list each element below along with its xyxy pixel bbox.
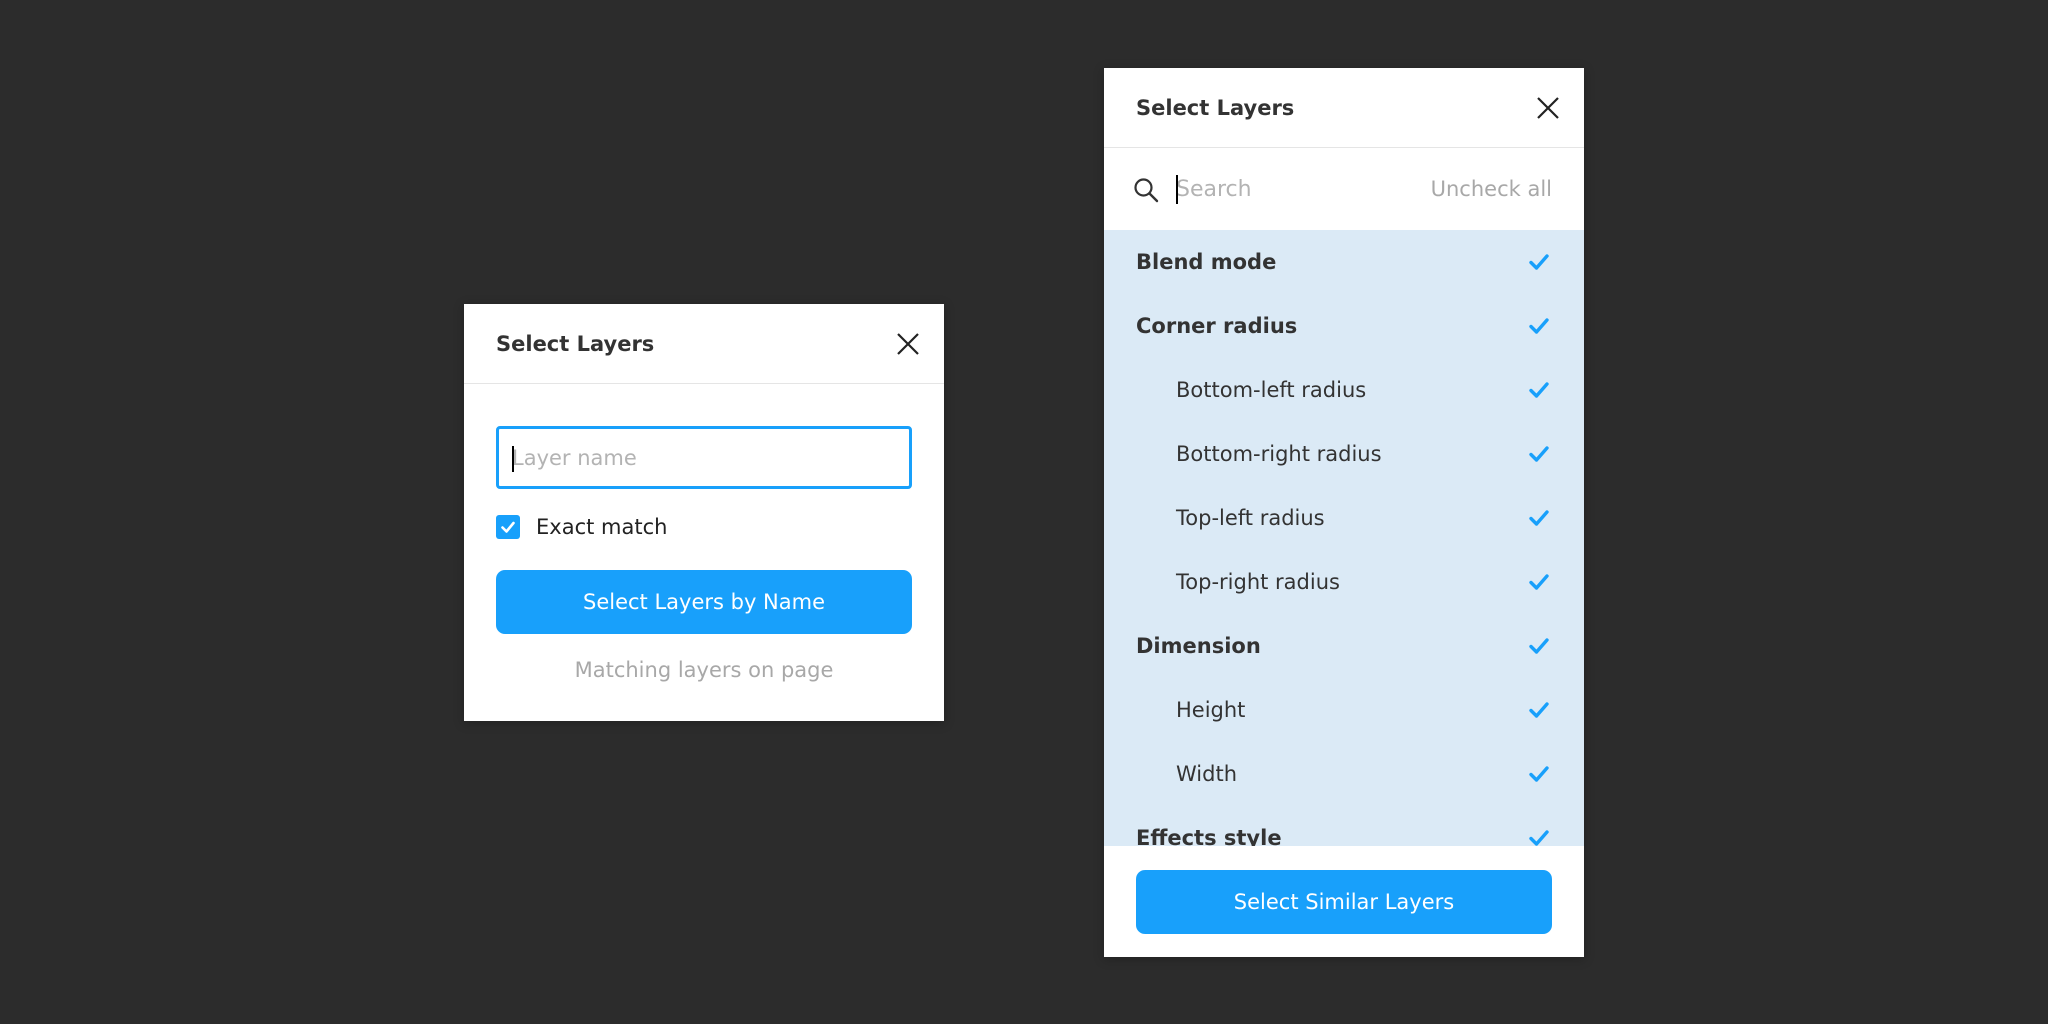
exact-match-checkbox[interactable] — [496, 515, 520, 539]
search-input[interactable] — [1176, 170, 1396, 208]
list-item-label: Top-left radius — [1176, 506, 1325, 530]
list-item[interactable]: Effects style — [1104, 806, 1584, 846]
checkmark-icon — [1529, 766, 1549, 782]
dialog-footer: Select Similar Layers — [1104, 846, 1584, 957]
select-layers-by-name-dialog: Select Layers Exact match Select Layers … — [464, 304, 944, 721]
list-item[interactable]: Bottom-left radius — [1104, 358, 1584, 422]
select-layers-by-name-button[interactable]: Select Layers by Name — [496, 570, 912, 634]
close-icon[interactable] — [1534, 94, 1562, 122]
list-item-label: Corner radius — [1136, 314, 1298, 338]
dialog-header: Select Layers — [1104, 68, 1584, 148]
checkmark-icon — [1529, 702, 1549, 718]
checkmark-icon — [1529, 510, 1549, 526]
checkmark-icon — [1529, 382, 1549, 398]
list-item[interactable]: Blend mode — [1104, 230, 1584, 294]
exact-match-label[interactable]: Exact match — [536, 515, 667, 539]
checkmark-icon — [1529, 254, 1549, 270]
list-item[interactable]: Dimension — [1104, 614, 1584, 678]
matching-layers-status: Matching layers on page — [574, 658, 834, 682]
list-item[interactable]: Top-left radius — [1104, 486, 1584, 550]
text-caret — [512, 446, 514, 472]
list-item-label: Bottom-left radius — [1176, 378, 1367, 402]
list-item-label: Width — [1176, 762, 1238, 786]
list-item-label: Effects style — [1136, 826, 1282, 846]
list-item-label: Blend mode — [1136, 250, 1277, 274]
select-similar-layers-button[interactable]: Select Similar Layers — [1136, 870, 1552, 934]
list-item[interactable]: Width — [1104, 742, 1584, 806]
list-item-label: Height — [1176, 698, 1246, 722]
list-item[interactable]: Corner radius — [1104, 294, 1584, 358]
layer-name-field-wrapper — [496, 426, 912, 489]
checkmark-icon — [1529, 638, 1549, 654]
checkmark-icon — [1529, 318, 1549, 334]
close-icon[interactable] — [894, 330, 922, 358]
list-item[interactable]: Bottom-right radius — [1104, 422, 1584, 486]
property-list[interactable]: Blend mode Corner radius Bottom-left radiu… — [1104, 230, 1584, 846]
list-item[interactable]: Height — [1104, 678, 1584, 742]
list-item-label: Top-right radius — [1176, 570, 1340, 594]
exact-match-row: Exact match — [496, 514, 667, 540]
search-icon — [1132, 176, 1160, 204]
dialog-title: Select Layers — [496, 332, 655, 356]
list-item[interactable]: Top-right radius — [1104, 550, 1584, 614]
list-item-label: Dimension — [1136, 634, 1261, 658]
list-item-label: Bottom-right radius — [1176, 442, 1382, 466]
select-similar-layers-dialog: Select Layers Uncheck all Blend mode Corn… — [1104, 68, 1584, 957]
checkmark-icon — [1529, 574, 1549, 590]
uncheck-all-link[interactable]: Uncheck all — [1431, 148, 1552, 230]
checkmark-icon — [1529, 446, 1549, 462]
text-caret — [1176, 175, 1178, 204]
layer-name-input[interactable] — [512, 429, 902, 486]
dialog-header: Select Layers — [464, 304, 944, 384]
checkmark-icon — [1529, 830, 1549, 846]
checkmark-icon — [501, 521, 515, 533]
dialog-title: Select Layers — [1136, 96, 1295, 120]
search-row: Uncheck all — [1104, 148, 1584, 230]
